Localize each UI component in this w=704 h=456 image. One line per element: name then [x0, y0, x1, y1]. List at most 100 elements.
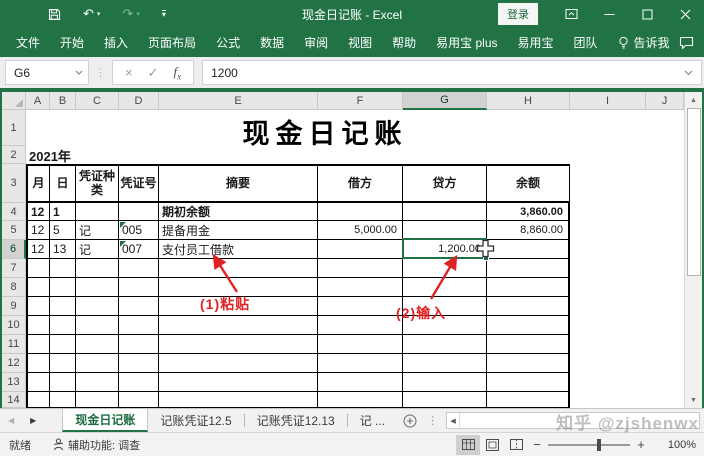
- tab-options-dots-icon[interactable]: ⋮: [427, 414, 438, 427]
- row-header-9[interactable]: 9: [2, 297, 26, 316]
- view-normal-button[interactable]: [456, 435, 480, 455]
- row-header-10[interactable]: 10: [2, 316, 26, 335]
- cell[interactable]: [26, 335, 50, 354]
- accessibility-status[interactable]: 辅助功能: 调查: [53, 437, 140, 453]
- ribbon-tab-data[interactable]: 数据: [250, 28, 294, 57]
- cell[interactable]: [159, 354, 318, 373]
- view-page-break-button[interactable]: [504, 435, 528, 455]
- cell[interactable]: [119, 278, 159, 297]
- cell[interactable]: [318, 335, 403, 354]
- cell[interactable]: [646, 316, 684, 335]
- cell[interactable]: [26, 316, 50, 335]
- vertical-scrollbar[interactable]: ▲ ▼: [684, 92, 702, 408]
- col-header-c[interactable]: C: [76, 92, 119, 110]
- row-header-13[interactable]: 13: [2, 373, 26, 392]
- cell-b6[interactable]: 13: [50, 240, 76, 259]
- ribbon-tab-file[interactable]: 文件: [6, 28, 50, 57]
- tell-me-button[interactable]: 告诉我: [618, 34, 670, 51]
- cell-c5[interactable]: 记: [76, 221, 119, 240]
- ribbon-display-options-icon[interactable]: [552, 0, 590, 28]
- cell[interactable]: [646, 354, 684, 373]
- cell[interactable]: [570, 221, 646, 240]
- cell[interactable]: [76, 259, 119, 278]
- cell[interactable]: [487, 373, 570, 392]
- cell[interactable]: [76, 316, 119, 335]
- cell-h5-balance[interactable]: 8,860.00: [487, 221, 570, 240]
- cell[interactable]: [26, 297, 50, 316]
- cell-header-month[interactable]: 月: [26, 164, 50, 203]
- cell[interactable]: [570, 240, 646, 259]
- scroll-up-icon[interactable]: ▲: [685, 92, 702, 108]
- cell-header-balance[interactable]: 余额: [487, 164, 570, 203]
- cell[interactable]: [403, 354, 487, 373]
- cell[interactable]: [50, 354, 76, 373]
- col-header-i[interactable]: I: [570, 92, 646, 110]
- ribbon-tab-page-layout[interactable]: 页面布局: [138, 28, 206, 57]
- cell[interactable]: [50, 278, 76, 297]
- zoom-slider-thumb[interactable]: [597, 439, 601, 451]
- cell[interactable]: [646, 259, 684, 278]
- cell[interactable]: [318, 259, 403, 278]
- cell[interactable]: [646, 164, 684, 203]
- cell[interactable]: [646, 203, 684, 221]
- cell[interactable]: [318, 373, 403, 392]
- save-icon[interactable]: [48, 8, 61, 21]
- cell[interactable]: [76, 373, 119, 392]
- cell-header-credit[interactable]: 贷方: [403, 164, 487, 203]
- cell[interactable]: [318, 297, 403, 316]
- sheet-nav-left-icon[interactable]: ◀: [0, 416, 22, 425]
- cell[interactable]: [487, 354, 570, 373]
- cell-header-voucher-type[interactable]: 凭证种类: [76, 164, 119, 203]
- cell-h6[interactable]: [487, 240, 570, 259]
- cell[interactable]: [570, 278, 646, 297]
- cell[interactable]: [50, 316, 76, 335]
- row-header-4[interactable]: 4: [2, 203, 26, 221]
- cell[interactable]: [76, 392, 119, 408]
- view-page-layout-button[interactable]: [480, 435, 504, 455]
- cell-f6[interactable]: [318, 240, 403, 259]
- cell-f5-debit[interactable]: 5,000.00: [318, 221, 403, 240]
- cell[interactable]: [318, 316, 403, 335]
- name-box[interactable]: G6: [5, 60, 89, 85]
- cell-a2-year[interactable]: 2021年: [26, 146, 71, 164]
- cell[interactable]: [570, 259, 646, 278]
- cell[interactable]: [50, 259, 76, 278]
- cell-f4[interactable]: [318, 203, 403, 221]
- cell[interactable]: [119, 297, 159, 316]
- cell[interactable]: [487, 392, 570, 408]
- cell[interactable]: [403, 259, 487, 278]
- cell[interactable]: [159, 392, 318, 408]
- cell[interactable]: [119, 373, 159, 392]
- cell[interactable]: [119, 259, 159, 278]
- cell[interactable]: [159, 335, 318, 354]
- sheet-nav-right-icon[interactable]: ▶: [22, 416, 44, 425]
- row-header-6-selected[interactable]: 6: [2, 240, 26, 259]
- cell-header-summary[interactable]: 摘要: [159, 164, 318, 203]
- cell[interactable]: [318, 354, 403, 373]
- ribbon-tab-insert[interactable]: 插入: [94, 28, 138, 57]
- cell-g4[interactable]: [403, 203, 487, 221]
- sheet-tab-cash-journal[interactable]: 现金日记账: [62, 409, 148, 432]
- cell[interactable]: [119, 354, 159, 373]
- cell[interactable]: [487, 335, 570, 354]
- col-header-a[interactable]: A: [26, 92, 50, 110]
- ribbon-tab-yiyongbao[interactable]: 易用宝: [508, 28, 564, 57]
- cell[interactable]: [26, 278, 50, 297]
- cell[interactable]: [646, 392, 684, 408]
- cell[interactable]: [76, 278, 119, 297]
- cell-d4[interactable]: [119, 203, 159, 221]
- maximize-button[interactable]: [628, 0, 666, 28]
- vertical-scroll-thumb[interactable]: [687, 108, 701, 276]
- cell[interactable]: [76, 354, 119, 373]
- sheet-tab-voucher-12-13[interactable]: 记账凭证12.13: [245, 409, 347, 432]
- cell[interactable]: [403, 392, 487, 408]
- col-header-e[interactable]: E: [159, 92, 318, 110]
- sign-in-button[interactable]: 登录: [498, 3, 538, 25]
- cell[interactable]: [487, 297, 570, 316]
- cell-b5[interactable]: 5: [50, 221, 76, 240]
- comment-icon[interactable]: [679, 36, 694, 49]
- col-header-h[interactable]: H: [487, 92, 570, 110]
- cell[interactable]: [487, 259, 570, 278]
- cell[interactable]: [50, 335, 76, 354]
- cell[interactable]: [570, 335, 646, 354]
